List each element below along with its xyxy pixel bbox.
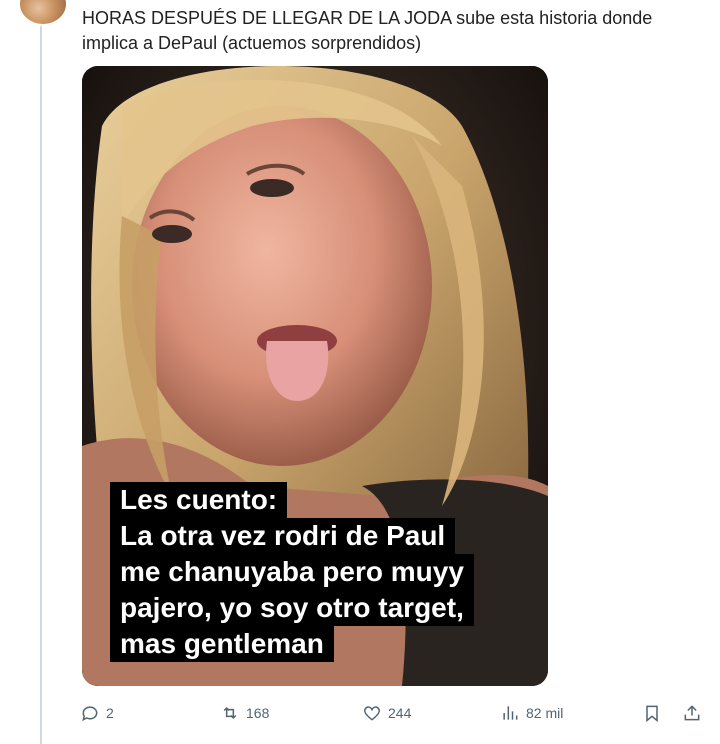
reply-button[interactable]: 2 bbox=[80, 703, 114, 723]
like-count: 244 bbox=[388, 705, 412, 721]
thread-line bbox=[40, 0, 42, 744]
caption-line: La otra vez rodri de Paul bbox=[110, 518, 456, 554]
share-button[interactable] bbox=[682, 703, 702, 723]
story-caption: Les cuento: La otra vez rodri de Paul me… bbox=[110, 482, 530, 662]
repost-icon bbox=[223, 706, 237, 720]
like-icon bbox=[363, 706, 381, 721]
action-bar: 2 168 244 82 mil bbox=[74, 700, 714, 730]
share-icon bbox=[684, 705, 700, 721]
reply-count: 2 bbox=[106, 705, 114, 721]
caption-line: pajero, yo soy otro target, bbox=[110, 590, 474, 626]
repost-count: 168 bbox=[246, 705, 270, 721]
caption-line: mas gentleman bbox=[110, 626, 334, 662]
story-image[interactable]: Les cuento: La otra vez rodri de Paul me… bbox=[82, 66, 548, 686]
avatar[interactable] bbox=[18, 0, 68, 26]
views-count: 82 mil bbox=[526, 705, 564, 721]
caption-line: me chanuyaba pero muyy bbox=[110, 554, 474, 590]
views-icon bbox=[503, 706, 518, 720]
reply-icon bbox=[82, 706, 98, 722]
bookmark-icon bbox=[646, 705, 658, 723]
like-button[interactable]: 244 bbox=[362, 703, 411, 723]
post-text: HORAS DESPUÉS DE LLEGAR DE LA JODA sube … bbox=[82, 6, 702, 56]
views-button[interactable]: 82 mil bbox=[500, 703, 563, 723]
post-text-highlight: HORAS DESPUÉS DE LLEGAR DE LA JODA bbox=[82, 8, 452, 28]
repost-button[interactable]: 168 bbox=[220, 703, 269, 723]
caption-line: Les cuento: bbox=[110, 482, 288, 518]
bookmark-button[interactable] bbox=[642, 703, 662, 723]
